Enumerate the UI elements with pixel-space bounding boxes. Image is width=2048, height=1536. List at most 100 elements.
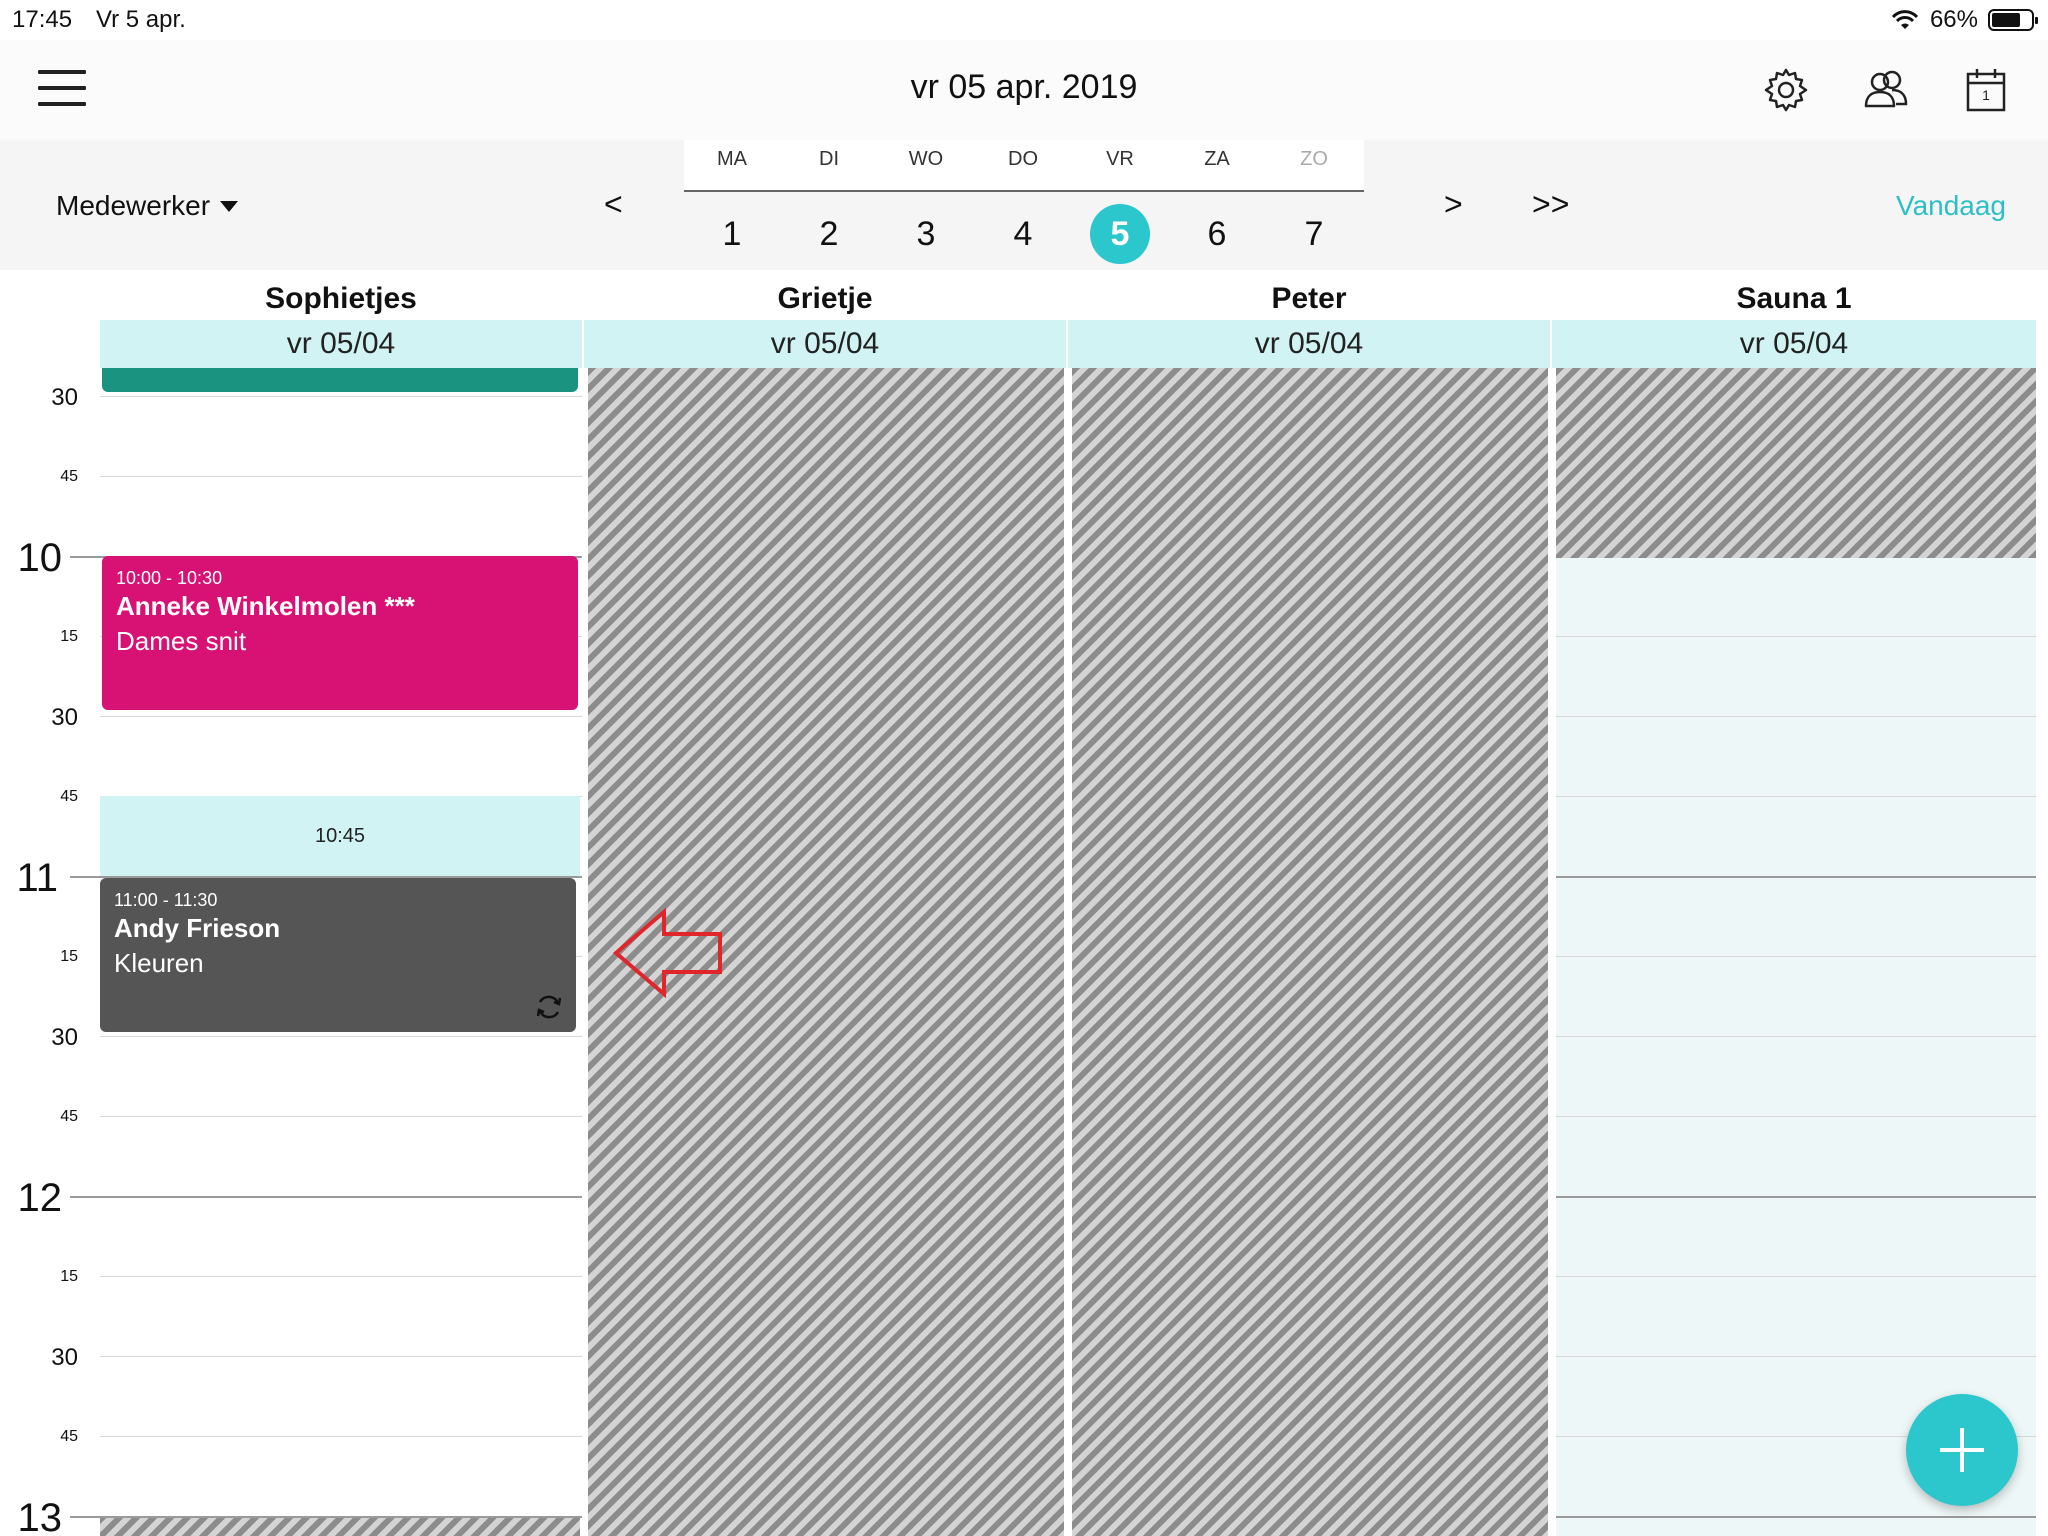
resource-name: Peter: [1271, 282, 1347, 315]
time-label: 15: [60, 948, 78, 965]
weekday-label: ZA: [1204, 148, 1230, 170]
grid-line-hour: [70, 1196, 582, 1198]
time-label: 30: [51, 1344, 78, 1371]
grid-line: [100, 1036, 582, 1037]
time-label: 30: [51, 704, 78, 731]
resource-filter-dropdown[interactable]: Medewerker: [56, 190, 239, 222]
resource-column-header[interactable]: Grietje vr 05/04: [584, 270, 1066, 368]
grid-line: [1556, 956, 2036, 957]
time-label: 15: [60, 628, 78, 645]
time-label-hour: 11: [16, 856, 58, 900]
grid-line: [1556, 716, 2036, 717]
time-label: 30: [51, 1024, 78, 1051]
day-number[interactable]: 6: [1187, 204, 1247, 264]
grid-line: [100, 1276, 582, 1277]
top-nav-bar: vr 05 apr. 2019 1: [0, 40, 2048, 140]
grid-line: [100, 476, 582, 477]
resource-column-header[interactable]: Sophietjes vr 05/04: [100, 270, 582, 368]
resource-date: vr 05/04: [1552, 320, 2036, 368]
dropdown-caret-icon: [220, 200, 239, 212]
day-number[interactable]: 3: [896, 204, 956, 264]
grid-line: [100, 1356, 582, 1357]
selected-time-slot[interactable]: 10:45: [100, 796, 580, 876]
weekday-label: WO: [908, 148, 944, 170]
page-title: vr 05 apr. 2019: [910, 68, 1138, 106]
today-button[interactable]: Vandaag: [1896, 190, 2006, 222]
appointment-time: 11:00 - 11:30: [114, 890, 218, 910]
grid-line: [100, 716, 582, 717]
time-label-hour: 13: [17, 1496, 63, 1536]
resource-date: vr 05/04: [100, 320, 582, 368]
time-label: 45: [60, 1108, 78, 1125]
grid-line-hour: [1556, 876, 2036, 878]
weekday-label: VR: [1106, 148, 1134, 170]
recurring-icon: [536, 995, 562, 1019]
previous-week-button[interactable]: <: [604, 186, 623, 223]
appointment-card[interactable]: 11:00 - 11:30 Andy Frieson Kleuren: [100, 878, 576, 1032]
grid-line: [100, 1116, 582, 1117]
status-date: Vr 5 apr.: [96, 6, 186, 33]
unavailable-block: [1556, 368, 2036, 558]
resource-filter-label: Medewerker: [56, 190, 211, 221]
add-appointment-button[interactable]: [1906, 1394, 2018, 1506]
people-icon[interactable]: [1862, 66, 1910, 114]
next-week-button[interactable]: >: [1444, 186, 1463, 223]
time-label: 45: [60, 788, 78, 805]
status-time: 17:45: [12, 6, 73, 33]
grid-line-hour: [1556, 1196, 2036, 1198]
resource-date: vr 05/04: [584, 320, 1066, 368]
time-label: 30: [51, 384, 78, 411]
resource-header: Sophietjes vr 05/04 Grietje vr 05/04 Pet…: [0, 270, 2048, 368]
weekday-label: ZO: [1300, 148, 1328, 170]
grid-line: [100, 396, 582, 397]
grid-line: [1556, 636, 2036, 637]
battery-percent: 66%: [1929, 6, 1978, 33]
resource-name: Sophietjes: [265, 282, 417, 315]
time-label: 45: [60, 468, 78, 485]
day-number[interactable]: 7: [1284, 204, 1344, 264]
day-number[interactable]: 1: [702, 204, 762, 264]
weekday-label: MA: [717, 148, 747, 170]
resource-name: Sauna 1: [1736, 282, 1852, 315]
wifi-icon: [1891, 10, 1919, 29]
gear-icon[interactable]: [1762, 66, 1810, 114]
appointment-block-teal[interactable]: [102, 368, 578, 392]
weekday-label: DI: [819, 148, 839, 170]
unavailable-block: [1072, 368, 1548, 1536]
calendar-icon-day: 1: [1982, 87, 1990, 103]
unavailable-block: [100, 1516, 580, 1536]
week-days: MA DI WO DO VR ZA ZO 1 2 3 4 5 6 7: [684, 140, 1364, 270]
resource-column-header[interactable]: Sauna 1 vr 05/04: [1552, 270, 2036, 368]
appointment-service: Kleuren: [114, 948, 204, 978]
time-label-hour: 10: [17, 536, 63, 580]
appointment-service: Dames snit: [116, 626, 247, 656]
grid-line-hour: [1556, 1516, 2036, 1518]
battery-icon: [1988, 9, 2038, 31]
grid-line: [1556, 1036, 2036, 1037]
grid-line: [100, 1436, 582, 1437]
appointment-time: 10:00 - 10:30: [116, 568, 223, 588]
day-number[interactable]: 4: [993, 204, 1053, 264]
week-selector-bar: Medewerker < MA DI WO DO VR ZA ZO 1 2 3 …: [0, 140, 2048, 270]
resource-column-header[interactable]: Peter vr 05/04: [1068, 270, 1550, 368]
grid-line: [1556, 1276, 2036, 1277]
grid-line: [1556, 796, 2036, 797]
time-label: 15: [60, 1268, 78, 1285]
status-bar: 17:45 Vr 5 apr. 66%: [0, 0, 2048, 40]
time-label: 45: [60, 1428, 78, 1445]
next-month-button[interactable]: >>: [1532, 186, 1569, 223]
appointment-client: Anneke Winkelmolen ***: [116, 591, 415, 621]
grid-line: [1556, 1116, 2036, 1117]
calendar-icon[interactable]: 1: [1962, 66, 2010, 114]
grid-line: [1556, 1356, 2036, 1357]
schedule-grid: 30 45 10 15 30 45 11 15 30 45 12 15 30 4…: [0, 368, 2048, 1536]
day-number-selected[interactable]: 5: [1090, 204, 1150, 264]
weekday-header: MA DI WO DO VR ZA ZO: [684, 140, 1364, 192]
grid-line-hour: [70, 1516, 582, 1518]
appointment-card[interactable]: 10:00 - 10:30 Anneke Winkelmolen *** Dam…: [102, 556, 578, 710]
resource-date: vr 05/04: [1068, 320, 1550, 368]
time-label-hour: 12: [17, 1176, 63, 1220]
resource-name: Grietje: [777, 282, 873, 315]
day-number[interactable]: 2: [799, 204, 859, 264]
annotation-arrow-icon: [612, 908, 722, 998]
